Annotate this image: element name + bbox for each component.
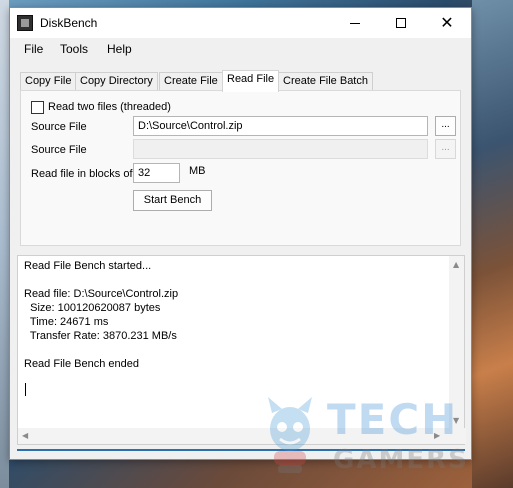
output-line: Time: 24671 ms — [24, 316, 109, 328]
source-file-label-1: Source File — [31, 121, 87, 133]
browse-button-1[interactable]: ... — [435, 116, 456, 136]
menu-file[interactable]: File — [24, 42, 43, 56]
horizontal-scrollbar[interactable]: ◀ ▶ — [18, 428, 466, 444]
tab-copy-file[interactable]: Copy File — [20, 72, 77, 91]
output-line: Read File Bench ended — [24, 358, 139, 370]
close-button[interactable]: ✕ — [424, 8, 470, 38]
scroll-up-icon[interactable]: ▲ — [453, 260, 459, 269]
read-two-files-checkbox[interactable] — [31, 101, 44, 114]
tab-create-file[interactable]: Create File — [159, 72, 223, 91]
output-line: Transfer Rate: 3870.231 MB/s — [24, 330, 177, 342]
vertical-scrollbar[interactable]: ▲ ▼ — [449, 256, 464, 429]
text-caret — [25, 383, 26, 396]
tab-copy-directory[interactable]: Copy Directory — [75, 72, 158, 91]
output-line: Read File Bench started... — [24, 260, 152, 272]
desktop-background-right — [472, 0, 513, 488]
browse-button-2[interactable]: ... — [435, 139, 456, 159]
scroll-right-icon[interactable]: ▶ — [434, 431, 440, 440]
window-title: DiskBench — [40, 16, 98, 30]
menu-bar: File Tools Help — [10, 38, 471, 60]
diskbench-window: DiskBench ✕ File Tools Help Copy File Co… — [9, 7, 472, 460]
minimize-icon — [350, 22, 360, 24]
tab-read-file[interactable]: Read File — [222, 70, 280, 92]
tab-strip: Copy File Copy Directory Create File Rea… — [20, 70, 470, 92]
start-bench-button[interactable]: Start Bench — [133, 190, 212, 211]
title-bar[interactable]: DiskBench ✕ — [10, 8, 471, 38]
desktop-background-left — [0, 0, 9, 488]
maximize-button[interactable] — [378, 8, 424, 38]
read-two-files-label: Read two files (threaded) — [48, 101, 171, 113]
source-file-label-2: Source File — [31, 144, 87, 156]
menu-help[interactable]: Help — [107, 42, 132, 56]
maximize-icon — [396, 18, 406, 28]
read-file-panel: Read two files (threaded) Source File D:… — [20, 90, 461, 246]
block-size-label: Read file in blocks of — [31, 168, 133, 180]
block-size-unit: MB — [189, 165, 206, 177]
source-file-input-2[interactable] — [133, 139, 428, 159]
scroll-left-icon[interactable]: ◀ — [22, 431, 28, 440]
close-icon: ✕ — [440, 13, 454, 32]
output-log[interactable]: Read File Bench started... Read file: D:… — [17, 255, 466, 445]
tab-create-file-batch[interactable]: Create File Batch — [278, 72, 373, 91]
menu-tools[interactable]: Tools — [60, 42, 88, 56]
minimize-button[interactable] — [332, 8, 378, 38]
status-accent-line — [17, 449, 465, 451]
output-line: Read file: D:\Source\Control.zip — [24, 288, 179, 300]
source-file-input-1[interactable]: D:\Source\Control.zip — [133, 116, 428, 136]
app-icon — [17, 15, 33, 31]
output-line: Size: 100120620087 bytes — [24, 302, 161, 314]
scroll-down-icon[interactable]: ▼ — [453, 416, 459, 425]
block-size-input[interactable]: 32 — [133, 163, 180, 183]
